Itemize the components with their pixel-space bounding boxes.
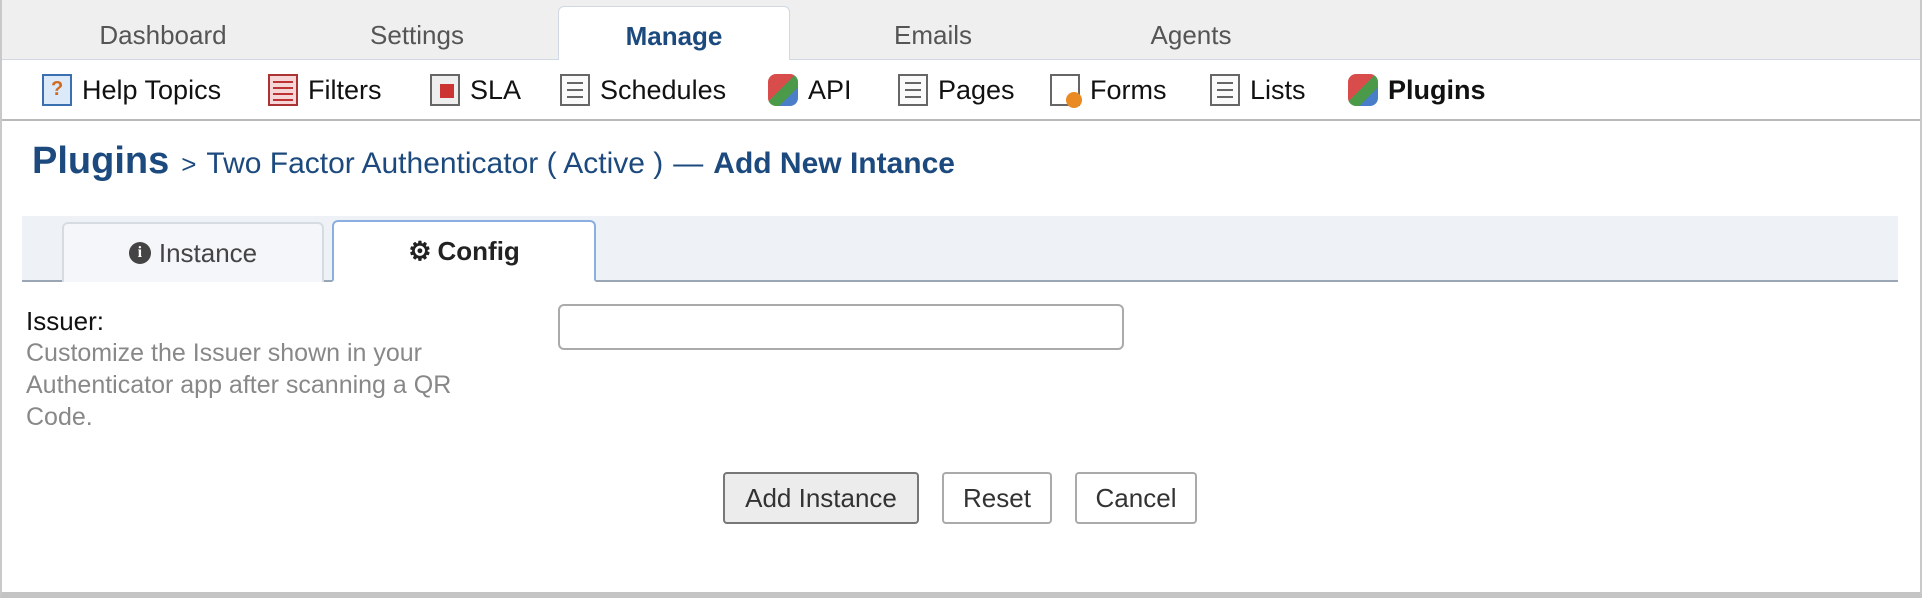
top-nav: Dashboard Settings Manage Emails Agents xyxy=(2,0,1920,61)
issuer-hint: Customize the Issuer shown in your Authe… xyxy=(26,339,452,431)
subnav-item-label: Forms xyxy=(1090,74,1167,105)
page-action-title: Add New Intance xyxy=(713,147,955,180)
subnav-item-pages[interactable]: Pages xyxy=(898,72,1015,108)
subnav-item-label: Schedules xyxy=(600,74,727,105)
subnav-item-schedules[interactable]: Schedules xyxy=(560,72,726,108)
form-tab-bar: i Instance ⚙ Config xyxy=(22,216,1898,282)
subnav-item-lists[interactable]: Lists xyxy=(1210,72,1306,108)
breadcrumb-separator: > xyxy=(181,149,197,179)
reset-button[interactable]: Reset xyxy=(942,472,1052,524)
subnav-item-label: Lists xyxy=(1250,74,1306,105)
subnav-item-api[interactable]: API xyxy=(768,72,852,108)
subnav-item-label: Filters xyxy=(308,74,382,105)
tab-settings[interactable]: Settings xyxy=(312,0,522,60)
pages-icon xyxy=(898,74,928,106)
page-title[interactable]: Plugins xyxy=(32,140,169,183)
issuer-input[interactable] xyxy=(558,304,1124,350)
subnav-item-label: Pages xyxy=(938,74,1015,105)
subnav-item-plugins[interactable]: Plugins xyxy=(1348,72,1486,108)
page-heading: Plugins > Two Factor Authenticator ( Act… xyxy=(32,140,955,183)
tab-agents[interactable]: Agents xyxy=(1086,0,1296,60)
plugins-icon xyxy=(1348,74,1378,106)
subnav-item-label: Plugins xyxy=(1388,74,1486,105)
schedules-icon xyxy=(560,74,590,106)
api-icon xyxy=(768,74,798,106)
subnav-item-filters[interactable]: Filters xyxy=(268,72,382,108)
plugin-name: Two Factor Authenticator ( Active ) xyxy=(206,147,664,180)
lists-icon xyxy=(1210,74,1240,106)
issuer-label: Issuer: xyxy=(26,306,105,336)
gear-icon: ⚙ xyxy=(408,235,432,266)
help-topics-icon xyxy=(42,74,72,106)
subnav-item-help-topics[interactable]: Help Topics xyxy=(42,72,221,108)
subnav-item-label: SLA xyxy=(470,74,522,105)
subnav-item-label: API xyxy=(808,74,852,105)
tab-emails[interactable]: Emails xyxy=(828,0,1038,60)
tab-dashboard[interactable]: Dashboard xyxy=(58,0,268,60)
tab-manage[interactable]: Manage xyxy=(558,6,790,61)
tab-instance[interactable]: i Instance xyxy=(62,222,324,282)
forms-icon xyxy=(1050,74,1082,108)
subnav-item-label: Help Topics xyxy=(82,74,222,105)
cancel-button[interactable]: Cancel xyxy=(1075,472,1197,524)
subnav-item-sla[interactable]: SLA xyxy=(430,72,521,108)
tab-instance-label: Instance xyxy=(158,237,258,268)
heading-dash: — xyxy=(673,147,704,180)
tab-config-label: Config xyxy=(437,235,520,266)
info-icon: i xyxy=(128,242,151,264)
filters-icon xyxy=(268,74,298,106)
subnav-item-forms[interactable]: Forms xyxy=(1050,72,1167,108)
add-instance-button[interactable]: Add Instance xyxy=(723,472,919,524)
tab-config[interactable]: ⚙ Config xyxy=(332,220,596,282)
sla-icon xyxy=(430,74,460,106)
sub-nav: Help Topics Filters SLA Schedules API Pa… xyxy=(2,60,1920,121)
